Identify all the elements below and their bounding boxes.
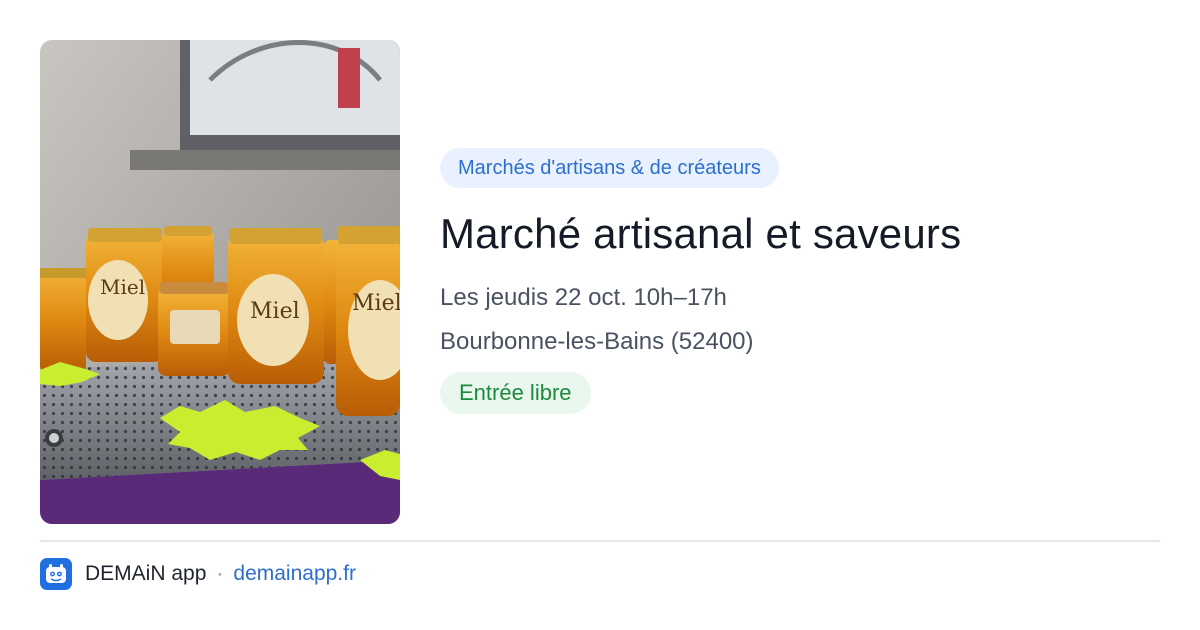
price-badge: Entrée libre [440, 372, 591, 414]
honey-jars-photo: Miel Miel Miel [40, 40, 400, 524]
app-url-link[interactable]: demainapp.fr [233, 562, 356, 586]
app-name: DEMAiN app [85, 562, 207, 585]
event-dates: Les jeudis 22 oct. 10h–17h [440, 284, 727, 311]
demain-app-icon[interactable] [40, 558, 72, 590]
footer-separator: · [216, 562, 224, 585]
svg-text:Miel: Miel [250, 299, 300, 324]
event-photo: Miel Miel Miel [40, 40, 400, 524]
event-card[interactable]: Miel Miel Miel Marchés d'artisans & de c… [0, 0, 1200, 630]
footer-divider [40, 540, 1160, 542]
event-info: Marchés d'artisans & de créateurs Marché… [440, 148, 1160, 414]
event-location: Bourbonne-les-Bains (52400) [440, 328, 754, 355]
footer: DEMAiN app · demainapp.fr [40, 558, 356, 590]
category-badge[interactable]: Marchés d'artisans & de créateurs [440, 148, 779, 188]
svg-text:Miel: Miel [352, 291, 400, 316]
svg-text:Miel: Miel [100, 275, 145, 299]
event-title[interactable]: Marché artisanal et saveurs [440, 208, 1160, 260]
